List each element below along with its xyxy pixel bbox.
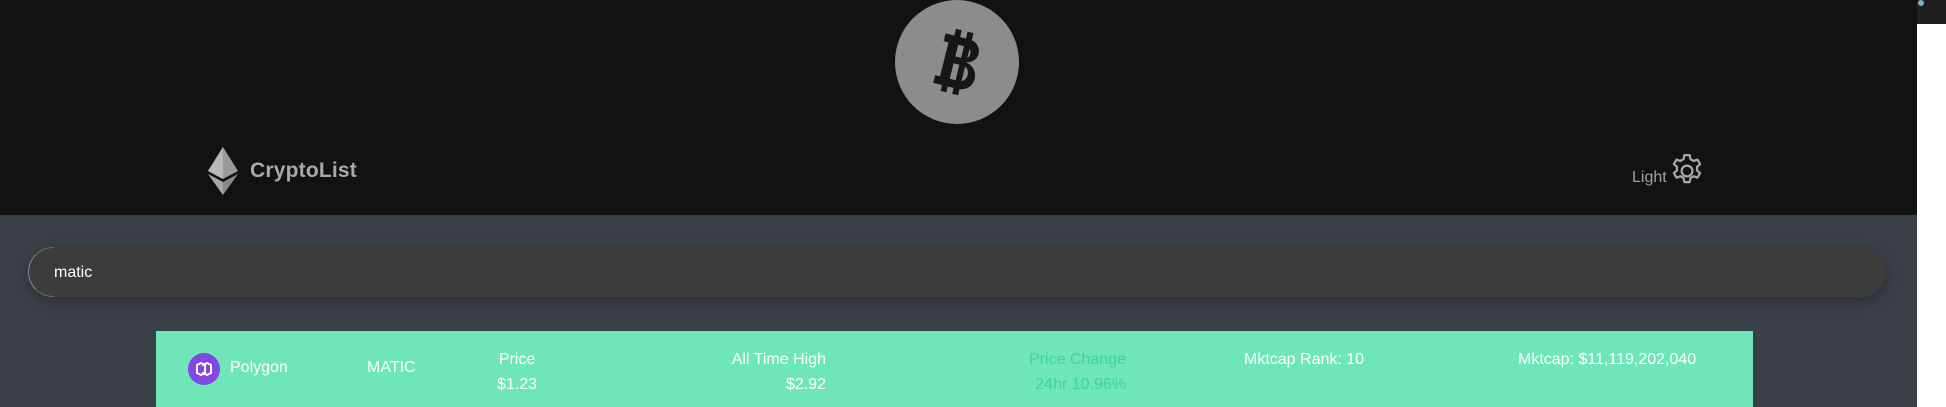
bitcoin-icon	[895, 0, 1019, 124]
price-value: $1.23	[496, 376, 538, 393]
gear-icon[interactable]	[1668, 152, 1706, 190]
app-page: CryptoList Light Polygon MATIC Price	[0, 0, 1917, 407]
search-input[interactable]	[52, 247, 1856, 299]
coin-name: Polygon	[230, 359, 288, 376]
mktcap-rank: Mktcap Rank: 10	[1244, 351, 1365, 368]
price-column: Price $1.23	[492, 347, 542, 397]
window-edge	[1917, 0, 1946, 407]
price-change-value: 24hr 10.96%	[1035, 376, 1126, 393]
ath-column: All Time High $2.92	[696, 347, 826, 397]
theme-toggle-label: Light	[1632, 169, 1667, 186]
window-corner-dot	[1918, 0, 1924, 6]
ath-value: $2.92	[785, 376, 826, 393]
brand-name: CryptoList	[250, 159, 357, 182]
coin-symbol: MATIC	[367, 359, 416, 376]
polygon-icon	[188, 353, 220, 385]
ath-label: All Time High	[731, 351, 826, 368]
price-change-column: Price Change 24hr 10.96%	[1006, 347, 1126, 397]
coin-row[interactable]: Polygon MATIC Price $1.23 All Time High …	[156, 331, 1753, 407]
search-bar-edge	[28, 247, 54, 297]
brand[interactable]: CryptoList	[208, 146, 357, 196]
mktcap-value: Mktcap: $11,119,202,040	[1518, 351, 1697, 368]
price-label: Price	[498, 351, 536, 368]
header: CryptoList Light	[0, 0, 1917, 215]
main-content: Polygon MATIC Price $1.23 All Time High …	[0, 215, 1917, 407]
ethereum-icon	[208, 147, 238, 195]
search-bar[interactable]	[28, 247, 1886, 299]
theme-toggle[interactable]: Light	[1632, 150, 1706, 190]
price-change-label: Price Change	[1029, 351, 1126, 368]
